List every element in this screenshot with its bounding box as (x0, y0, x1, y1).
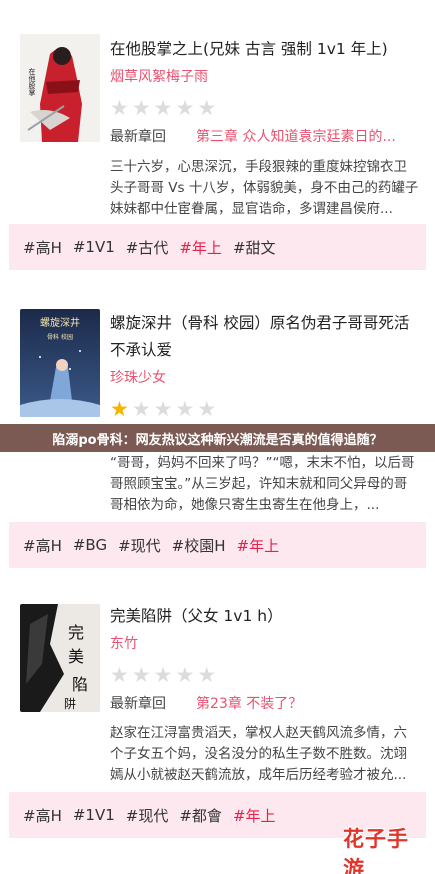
book-description: 赵家在江浔富贵滔天，掌权人赵天鹤风流多情，六个子女五个妈，没名没分的私生子数不胜… (110, 725, 407, 783)
tag-bar: #高H #BG #现代 #校園H #年上 (9, 522, 426, 568)
book-author[interactable]: 烟草风絮梅子雨 (110, 67, 423, 87)
star-icon: ★ (131, 397, 151, 421)
tag-bar: #高H #1V1 #古代 #年上 #甜文 (9, 224, 426, 270)
svg-text:在他股掌: 在他股掌 (28, 67, 36, 96)
tag[interactable]: #现代 (126, 805, 169, 826)
star-icon: ★ (153, 96, 173, 120)
svg-text:美: 美 (68, 647, 84, 666)
rating-stars: ★ ★ ★ ★ ★ (110, 97, 423, 119)
book-cover-image: 在他股掌 (20, 34, 100, 142)
tag[interactable]: #甜文 (233, 237, 276, 258)
star-icon: ★ (153, 663, 173, 687)
tag[interactable]: #古代 (126, 237, 169, 258)
book-cover[interactable]: 螺旋深井 骨科 校园 (20, 309, 100, 417)
tag[interactable]: #1V1 (73, 806, 115, 824)
tag[interactable]: #高H (23, 805, 62, 826)
svg-text:阱: 阱 (64, 697, 76, 711)
tag[interactable]: #校園H (172, 535, 226, 556)
latest-chapter-link[interactable]: 第三章 众人知道袁宗廷素日的... (196, 127, 396, 147)
star-icon: ★ (175, 663, 195, 687)
star-icon: ★ (197, 397, 217, 421)
latest-chapter-row[interactable]: 最新章回 第三章 众人知道袁宗廷素日的... (110, 127, 421, 147)
star-icon: ★ (197, 96, 217, 120)
latest-chapter-row[interactable]: 最新章回 第23章 不装了？ (110, 694, 421, 714)
tag[interactable]: #BG (73, 536, 107, 554)
book-cover-image: 螺旋深井 骨科 校园 (20, 309, 100, 417)
tag-highlighted[interactable]: #年上 (233, 805, 276, 826)
book-cover[interactable]: 完 美 陷 阱 (20, 604, 100, 712)
rating-stars: ★ ★ ★ ★ ★ (110, 664, 423, 686)
book-cover-image: 完 美 陷 阱 (20, 604, 100, 712)
tag[interactable]: #高H (23, 237, 62, 258)
star-icon: ★ (131, 663, 151, 687)
tag-highlighted[interactable]: #年上 (179, 237, 222, 258)
svg-text:螺旋深井: 螺旋深井 (40, 316, 80, 329)
headline-banner[interactable]: 陷溺po骨科：网友热议这种新兴潮流是否真的值得追随？ (0, 424, 435, 452)
svg-text:完: 完 (68, 623, 84, 642)
star-icon: ★ (175, 397, 195, 421)
star-icon: ★ (197, 663, 217, 687)
tag[interactable]: #1V1 (73, 238, 115, 256)
tag[interactable]: #高H (23, 535, 62, 556)
star-icon: ★ (175, 96, 195, 120)
latest-chapter-link[interactable]: 第23章 不装了？ (196, 694, 302, 714)
book-title[interactable]: 在他股掌之上(兄妹 古言 强制 1v1 年上) (110, 36, 423, 63)
book-title[interactable]: 螺旋深井（骨科 校园）原名伪君子哥哥死活不承认爱 (110, 310, 423, 364)
star-icon: ★ (110, 96, 129, 120)
latest-chapter-label: 最新章回 (110, 129, 166, 145)
star-icon: ★ (153, 397, 173, 421)
book-title[interactable]: 完美陷阱（父女 1v1 h） (110, 603, 423, 630)
tag[interactable]: #都會 (179, 805, 222, 826)
star-icon: ★ (110, 397, 129, 421)
tag-highlighted[interactable]: #年上 (237, 535, 280, 556)
star-icon: ★ (131, 96, 151, 120)
svg-text:陷: 陷 (72, 675, 88, 694)
book-description: “哥哥，妈妈不回来了吗？”“嗯，末末不怕，以后哥哥照顾宝宝。”从三岁起，许知末就… (110, 455, 415, 513)
svg-text:骨科 校园: 骨科 校园 (47, 333, 73, 341)
latest-chapter-label: 最新章回 (110, 696, 166, 712)
watermark-logo: 花子手游 (343, 827, 429, 874)
rating-stars: ★ ★ ★ ★ ★ (110, 398, 423, 420)
book-cover[interactable]: 在他股掌 (20, 34, 100, 142)
star-icon: ★ (110, 663, 129, 687)
book-description: 三十六岁，心思深沉，手段狠辣的重度妹控锦衣卫头子哥哥 Vs 十八岁，体弱貌美，身… (110, 159, 419, 217)
watermark-text: 花子手游 (343, 827, 409, 874)
tag[interactable]: #现代 (118, 535, 161, 556)
book-author[interactable]: 东竹 (110, 634, 423, 654)
book-author[interactable]: 珍珠少女 (110, 368, 423, 388)
